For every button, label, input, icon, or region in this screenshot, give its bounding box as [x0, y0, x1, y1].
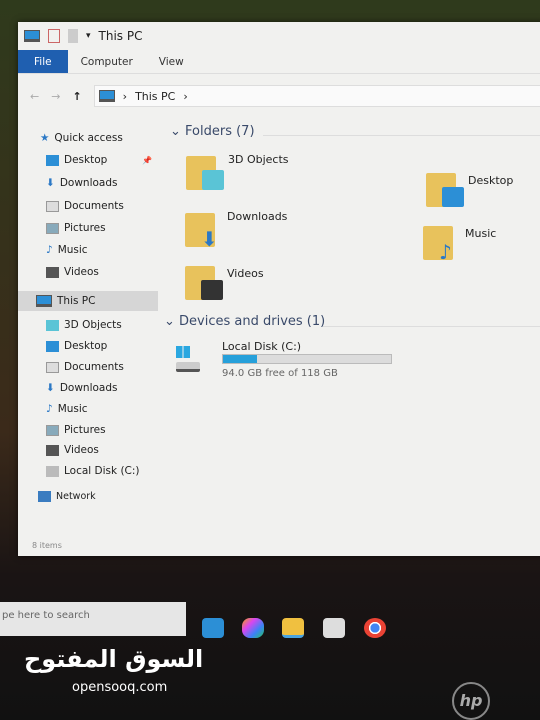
pictures-icon: [46, 424, 59, 436]
nav-music[interactable]: ♪ Music: [46, 399, 186, 419]
desktop-icon: [46, 154, 59, 166]
nav-quick-access[interactable]: ★ Quick access: [40, 128, 180, 148]
hp-logo: hp: [452, 682, 490, 720]
computer-icon: [24, 30, 40, 42]
drive-usage-fill: [223, 355, 257, 363]
copilot-icon[interactable]: [242, 618, 264, 638]
folders-header[interactable]: ⌄ Folders (7): [170, 124, 255, 139]
back-icon[interactable]: ←: [30, 90, 39, 103]
breadcrumb-chevron-icon[interactable]: ›: [183, 90, 187, 103]
nav-videos[interactable]: Videos: [46, 440, 186, 460]
nav-quick-pictures[interactable]: Pictures: [46, 218, 186, 238]
music-folder-icon: ♪: [423, 220, 457, 264]
nav-quick-downloads[interactable]: ⬇ Downloads: [46, 173, 186, 193]
nav-pictures[interactable]: Pictures: [46, 420, 186, 440]
nav-downloads[interactable]: ⬇ Downloads: [46, 378, 186, 398]
chevron-down-icon: ⌄: [170, 124, 186, 139]
folder-videos[interactable]: Videos: [185, 260, 264, 300]
3d-objects-folder-icon: [186, 150, 224, 190]
drive-local-disk[interactable]: Local Disk (C:) 94.0 GB free of 118 GB: [176, 340, 416, 384]
folder-music[interactable]: ♪ Music: [423, 220, 496, 264]
nav-quick-music[interactable]: ♪ Music: [46, 240, 186, 260]
properties-icon[interactable]: [48, 29, 60, 43]
watermark-latin: opensooq.com: [72, 680, 168, 695]
windows-drive-icon: [176, 346, 200, 378]
nav-documents[interactable]: Documents: [46, 357, 186, 377]
chrome-icon[interactable]: [364, 618, 386, 638]
file-explorer-taskbar-icon[interactable]: [282, 618, 304, 638]
chevron-down-icon: ⌄: [164, 314, 180, 329]
window-title: This PC: [98, 29, 143, 43]
watermark-arabic: السوق المفتوح: [24, 645, 204, 673]
nav-quick-videos[interactable]: Videos: [46, 262, 186, 282]
breadcrumb-chevron-icon[interactable]: ›: [123, 90, 127, 103]
music-icon: ♪: [46, 244, 53, 256]
nav-desktop[interactable]: Desktop: [46, 336, 186, 356]
drive-usage-bar: [222, 354, 392, 364]
nav-network[interactable]: Network: [38, 486, 178, 506]
tab-computer[interactable]: Computer: [68, 50, 146, 73]
documents-icon: [46, 361, 59, 373]
drive-name: Local Disk (C:): [222, 340, 302, 353]
desktop-icon: [46, 340, 59, 352]
up-icon[interactable]: ↑: [72, 90, 81, 103]
videos-icon: [46, 444, 59, 456]
nav-quick-desktop[interactable]: Desktop 📌: [46, 150, 186, 170]
address-row: ← → ↑ › This PC ›: [18, 82, 540, 110]
status-item-count: 8 items: [32, 541, 62, 550]
downloads-folder-icon: ⬇: [185, 207, 219, 251]
address-bar[interactable]: › This PC ›: [93, 85, 540, 107]
folder-3d-objects[interactable]: 3D Objects: [186, 150, 289, 190]
task-view-icon[interactable]: [202, 618, 224, 638]
documents-icon: [46, 200, 59, 212]
music-icon: ♪: [46, 403, 53, 415]
new-folder-icon[interactable]: [68, 29, 78, 43]
taskbar-search-box[interactable]: pe here to search: [0, 602, 186, 636]
drive-icon: [46, 465, 59, 477]
forward-icon[interactable]: →: [51, 90, 60, 103]
download-icon: ⬇: [46, 177, 55, 189]
nav-quick-documents[interactable]: Documents: [46, 196, 186, 216]
tab-view[interactable]: View: [146, 50, 197, 73]
computer-icon: [36, 295, 52, 307]
computer-icon: [98, 90, 115, 102]
nav-local-disk[interactable]: Local Disk (C:): [46, 461, 186, 481]
customize-dropdown-icon[interactable]: ▾: [86, 31, 91, 41]
devices-header[interactable]: ⌄ Devices and drives (1): [164, 314, 325, 329]
file-explorer-window: ▾ This PC File Computer View ← → ↑ › Thi…: [18, 22, 540, 556]
microsoft-store-icon[interactable]: [323, 618, 345, 638]
nav-this-pc[interactable]: This PC: [18, 291, 158, 311]
title-bar: ▾ This PC: [18, 22, 540, 50]
network-icon: [38, 490, 51, 502]
pictures-icon: [46, 222, 59, 234]
taskbar: pe here to search: [0, 600, 540, 642]
breadcrumb-this-pc[interactable]: This PC: [135, 90, 175, 103]
download-icon: ⬇: [46, 382, 55, 394]
desktop-folder-icon: [426, 167, 464, 207]
tab-file[interactable]: File: [18, 50, 68, 73]
navigation-pane: ★ Quick access Desktop 📌 ⬇ Downloads Docume…: [18, 120, 158, 540]
ribbon-tabs: File Computer View: [18, 50, 540, 74]
pin-icon: 📌: [142, 155, 152, 165]
drive-free-space: 94.0 GB free of 118 GB: [222, 368, 338, 379]
videos-icon: [46, 266, 59, 278]
star-icon: ★: [40, 132, 50, 144]
videos-folder-icon: [185, 260, 223, 300]
folder-desktop[interactable]: Desktop: [426, 167, 513, 207]
3d-objects-icon: [46, 319, 59, 331]
folder-downloads[interactable]: ⬇ Downloads: [185, 207, 287, 251]
